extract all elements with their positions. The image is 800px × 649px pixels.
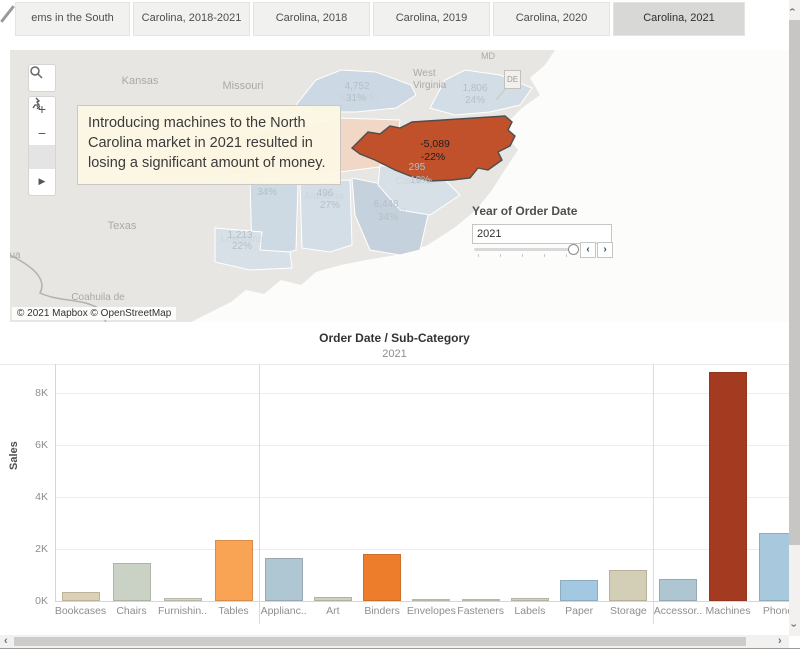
x-label-14: Phone bbox=[763, 605, 789, 617]
gridline-4k bbox=[55, 497, 789, 498]
bar-storage[interactable] bbox=[609, 570, 647, 601]
filter-prev-button[interactable]: ‹ bbox=[580, 242, 596, 258]
x-label-12: Accessor.. bbox=[654, 605, 702, 617]
gridline-6k bbox=[55, 445, 789, 446]
slider-knob[interactable] bbox=[568, 244, 579, 255]
annotation-callout[interactable]: Introducing machines to the North Caroli… bbox=[77, 105, 341, 185]
value-south-carolina-pct: 19% bbox=[410, 175, 430, 186]
x-label-3: Tables bbox=[218, 605, 248, 617]
map-pan-arrow-button[interactable]: ▶ bbox=[29, 169, 55, 193]
label-coahuila: Coahuila de bbox=[71, 292, 124, 303]
bar-labels[interactable] bbox=[511, 598, 549, 601]
map-attribution: © 2021 Mapbox © OpenStreetMap bbox=[12, 307, 176, 320]
label-missouri: Missouri bbox=[223, 80, 264, 92]
bar-accessor-[interactable] bbox=[659, 579, 697, 601]
y-axis-line bbox=[55, 364, 56, 602]
x-label-0: Bookcases bbox=[55, 605, 106, 617]
search-icon bbox=[29, 65, 55, 89]
pane-top-border bbox=[0, 364, 789, 365]
x-label-9: Labels bbox=[514, 605, 545, 617]
value-virginia-pct: 24% bbox=[465, 95, 485, 106]
x-label-5: Art bbox=[326, 605, 339, 617]
y-tick-0k: 0K bbox=[8, 595, 48, 607]
value-louisiana-sales: 1,213 bbox=[227, 230, 252, 241]
value-alabama-sales: 496 bbox=[317, 188, 334, 199]
pane-divider-1 bbox=[259, 364, 260, 624]
scroll-up-icon[interactable]: › bbox=[787, 8, 798, 12]
y-tick-4k: 4K bbox=[8, 491, 48, 503]
value-north-carolina-sales: -5,089 bbox=[420, 138, 450, 150]
scroll-down-icon[interactable]: › bbox=[787, 624, 798, 628]
x-label-6: Binders bbox=[364, 605, 400, 617]
vertical-scrollbar-thumb[interactable] bbox=[789, 20, 800, 545]
bar-paper[interactable] bbox=[560, 580, 598, 601]
bar-fasteners[interactable] bbox=[462, 599, 500, 601]
year-filter-slider[interactable] bbox=[474, 248, 572, 251]
bar-applianc-[interactable] bbox=[265, 558, 303, 601]
x-label-10: Paper bbox=[565, 605, 593, 617]
map-search-button[interactable] bbox=[28, 64, 56, 92]
year-filter-input[interactable] bbox=[472, 224, 612, 244]
label-de-box: DE bbox=[504, 70, 521, 89]
horizontal-scrollbar[interactable]: ‹ › bbox=[0, 635, 789, 648]
bar-machines[interactable] bbox=[709, 372, 747, 601]
bar-binders[interactable] bbox=[363, 554, 401, 601]
label-chihuahua-fragment: ua bbox=[10, 250, 21, 261]
label-west-virginia: West Virginia bbox=[413, 68, 459, 92]
pin-reset-button[interactable] bbox=[29, 145, 55, 169]
bar-bookcases[interactable] bbox=[62, 592, 100, 601]
x-label-7: Envelopes bbox=[407, 605, 456, 617]
y-tick-2k: 2K bbox=[8, 543, 48, 555]
label-texas: Texas bbox=[108, 220, 137, 232]
value-georgia-pct: 34% bbox=[378, 212, 398, 223]
bar-envelopes[interactable] bbox=[412, 599, 450, 601]
bar-chart: 0K 2K 4K 6K 8K Sales BookcasesChairsFurn… bbox=[0, 0, 789, 649]
bar-furnishin-[interactable] bbox=[164, 598, 202, 601]
bar-phone[interactable] bbox=[759, 533, 789, 601]
value-louisiana-pct: 22% bbox=[232, 241, 252, 252]
bar-tables[interactable] bbox=[215, 540, 253, 601]
x-label-13: Machines bbox=[706, 605, 751, 617]
value-kentucky-pct: 31% bbox=[346, 93, 366, 104]
value-kentucky-sales: 4,752 bbox=[344, 81, 369, 92]
gridline-8k bbox=[55, 393, 789, 394]
x-label-2: Furnishin.. bbox=[158, 605, 207, 617]
vertical-scrollbar[interactable]: › › bbox=[789, 0, 800, 636]
horizontal-scrollbar-thumb[interactable] bbox=[14, 637, 746, 646]
map-zoom-controls: + − ▶ bbox=[28, 96, 56, 196]
tableau-dashboard: ems in the SouthCarolina, 2018-2021Carol… bbox=[0, 0, 800, 649]
pane-divider-2 bbox=[653, 364, 654, 624]
x-label-4: Applianc.. bbox=[261, 605, 307, 617]
x-axis-line bbox=[55, 601, 789, 602]
year-filter-card: Year of Order Date ‹ › bbox=[472, 204, 637, 244]
scroll-left-icon[interactable]: ‹ bbox=[4, 636, 8, 647]
filter-title: Year of Order Date bbox=[472, 204, 637, 218]
value-virginia-sales: 1,806 bbox=[462, 83, 487, 94]
bar-chairs[interactable] bbox=[113, 563, 151, 601]
label-kansas: Kansas bbox=[122, 75, 159, 87]
x-label-11: Storage bbox=[610, 605, 647, 617]
label-md: MD bbox=[481, 51, 495, 61]
y-axis-title: Sales bbox=[8, 441, 20, 470]
filter-next-button[interactable]: › bbox=[597, 242, 613, 258]
value-georgia-sales: 6,448 bbox=[373, 199, 398, 210]
x-label-1: Chairs bbox=[116, 605, 146, 617]
zoom-out-button[interactable]: − bbox=[29, 121, 55, 145]
x-label-8: Fasteners bbox=[457, 605, 504, 617]
scroll-right-icon[interactable]: › bbox=[778, 636, 782, 647]
pin-x-icon bbox=[29, 97, 43, 111]
value-mississippi-pct: 34% bbox=[257, 187, 277, 198]
y-tick-8k: 8K bbox=[8, 387, 48, 399]
bar-art[interactable] bbox=[314, 597, 352, 601]
value-south-carolina-sales: 295 bbox=[409, 162, 426, 173]
gridline-2k bbox=[55, 549, 789, 550]
value-alabama-pct: 27% bbox=[320, 200, 340, 211]
